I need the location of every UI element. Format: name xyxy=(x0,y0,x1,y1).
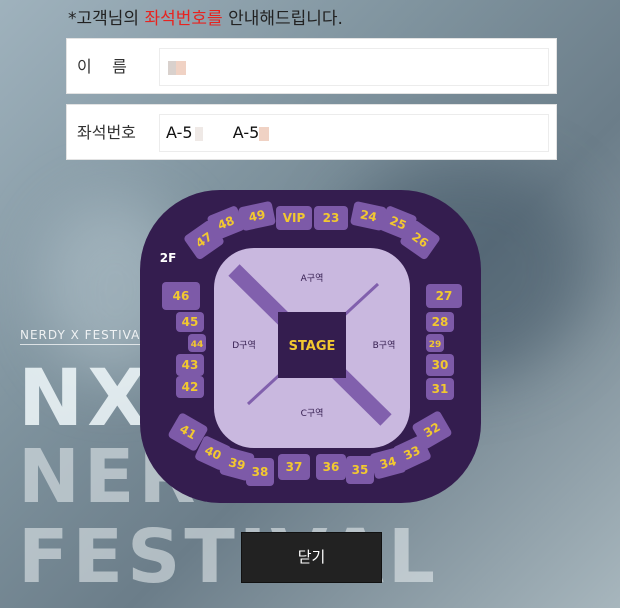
seat-section-30: 30 xyxy=(426,354,454,376)
seat-section-label: 28 xyxy=(432,315,449,329)
seat-section-label: 45 xyxy=(182,315,199,329)
seat-section-label: 35 xyxy=(352,463,369,477)
close-button[interactable]: 닫기 xyxy=(241,532,382,583)
seat-section-46: 46 xyxy=(162,282,200,310)
seat-section-label: 36 xyxy=(323,460,340,474)
seat-section-44: 44 xyxy=(188,334,206,352)
seat-section-label: 30 xyxy=(432,358,449,372)
seat-section-36: 36 xyxy=(316,454,346,480)
seat-section-label: 31 xyxy=(432,382,449,396)
seat-section-27: 27 xyxy=(426,284,462,308)
seat-section-45: 45 xyxy=(176,312,204,332)
seat-section-31: 31 xyxy=(426,378,454,400)
seat-section-label: VIP xyxy=(283,211,306,225)
seat-map: STAGE A구역 B구역 C구역 D구역 2F VIP 23 24 25262728… xyxy=(140,190,481,503)
seat-section-label: 46 xyxy=(173,289,190,303)
seat-section-37: 37 xyxy=(278,454,310,480)
seat-section-35: 35 xyxy=(346,456,374,484)
seat-section-23: 23 xyxy=(314,206,348,230)
seat-section-label: 37 xyxy=(286,460,303,474)
seat-section-label: 29 xyxy=(429,340,442,350)
zone-a-label: A구역 xyxy=(301,273,324,284)
zone-d-label: D구역 xyxy=(232,340,256,351)
seat-section-label: 38 xyxy=(252,465,269,479)
zone-b-label: B구역 xyxy=(373,340,396,351)
zone-c-label: C구역 xyxy=(301,408,324,419)
seat-section-label: 23 xyxy=(323,211,340,225)
floor-label: 2F xyxy=(160,251,177,265)
seat-section-vip: VIP xyxy=(276,206,312,230)
seat-section-29: 29 xyxy=(426,334,444,352)
seat-section-label: 27 xyxy=(436,289,453,303)
seat-section-label: 43 xyxy=(182,358,199,372)
seat-section-42: 42 xyxy=(176,376,204,398)
seat-section-28: 28 xyxy=(426,312,454,332)
seat-section-label: 42 xyxy=(182,380,199,394)
seat-section-label: 44 xyxy=(191,340,204,350)
seat-section-43: 43 xyxy=(176,354,204,376)
stage-label: STAGE xyxy=(289,339,336,354)
